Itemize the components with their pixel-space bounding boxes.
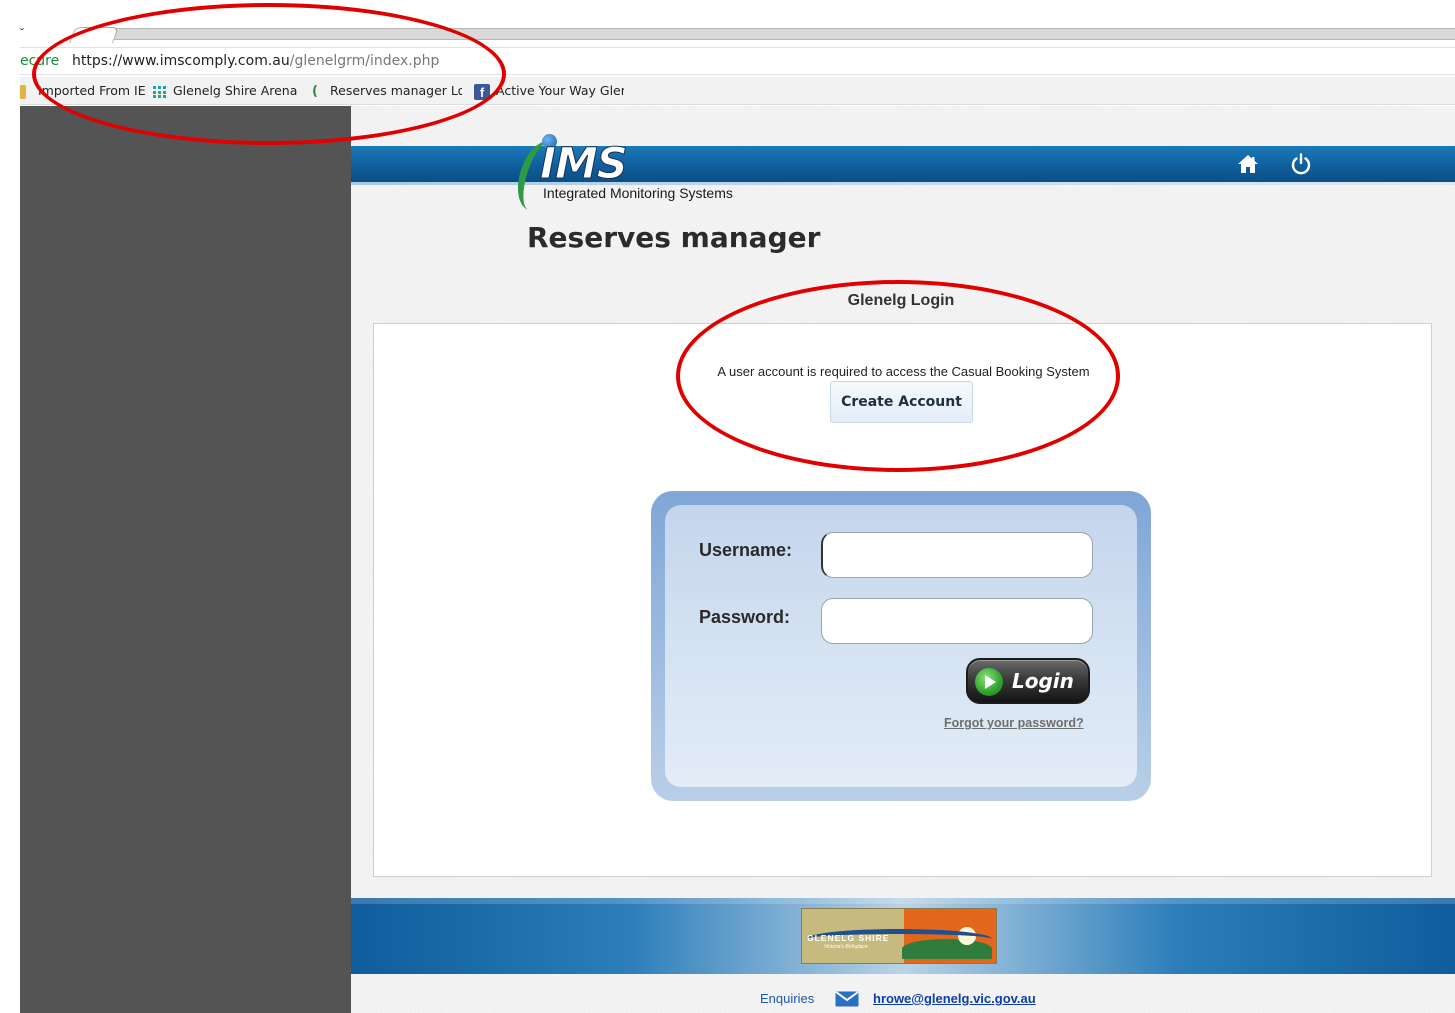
footer-band: GLENELG SHIRE Victoria's Birthplace bbox=[351, 898, 1455, 974]
bookmark-label: Imported From IE bbox=[38, 83, 146, 98]
page-content: IMS Integrated Monitoring Systems Reserv… bbox=[351, 106, 1455, 1013]
ims-logo: IMS Integrated Monitoring Systems bbox=[509, 130, 776, 217]
bookmark-label: Glenelg Shire Arena bbox=[173, 83, 298, 98]
logo-tagline: Integrated Monitoring Systems bbox=[543, 185, 733, 201]
home-icon[interactable] bbox=[1237, 154, 1259, 174]
enquiries-row: Enquiries hrowe@glenelg.vic.gov.au bbox=[351, 988, 1455, 1008]
folder-icon bbox=[20, 84, 26, 99]
tabstrip-edge-mark: ˇ bbox=[20, 26, 24, 40]
login-heading: Glenelg Login bbox=[847, 292, 955, 309]
facebook-icon: f bbox=[474, 83, 490, 100]
login-button-label: Login bbox=[1012, 669, 1074, 693]
browser-tabstrip: ˇ bbox=[0, 0, 1455, 44]
enquiries-label: Enquiries bbox=[760, 991, 815, 1006]
bookmarks-bar: Imported From IE Glenelg Shire Arena ( Re… bbox=[20, 77, 1455, 105]
mail-icon[interactable] bbox=[835, 991, 859, 1007]
shire-logo-text: GLENELG SHIRE bbox=[807, 933, 890, 943]
login-content-box: A user account is required to access the… bbox=[373, 323, 1432, 877]
email-link[interactable]: hrowe@glenelg.vic.gov.au bbox=[873, 991, 1036, 1006]
login-panel-inner: Username: Password: Login Forgot your pa… bbox=[665, 505, 1137, 787]
bookmark-imported-from-ie[interactable]: Imported From IE bbox=[20, 77, 146, 105]
username-label: Username: bbox=[699, 540, 793, 560]
browser-tab[interactable] bbox=[69, 27, 119, 43]
bookmark-reserves-manager[interactable]: ( Reserves manager Lo bbox=[312, 77, 462, 105]
address-bar[interactable]: ecure https://www.imscomply.com.au/glene… bbox=[20, 47, 1455, 75]
left-dark-panel bbox=[20, 106, 351, 1013]
tab-bar bbox=[110, 28, 1455, 40]
bookmark-active-your-way[interactable]: f Active Your Way Gler bbox=[474, 77, 624, 105]
username-input[interactable] bbox=[821, 532, 1093, 578]
url-text[interactable]: https://www.imscomply.com.au/glenelgrm/i… bbox=[72, 48, 439, 75]
login-button[interactable]: Login bbox=[966, 658, 1090, 704]
forgot-password-link[interactable]: Forgot your password? bbox=[944, 716, 1084, 730]
security-indicator[interactable]: ecure bbox=[20, 48, 59, 75]
login-panel: Username: Password: Login Forgot your pa… bbox=[651, 491, 1151, 801]
password-label: Password: bbox=[699, 607, 791, 627]
play-icon bbox=[975, 668, 1003, 696]
glenelg-shire-logo: GLENELG SHIRE Victoria's Birthplace bbox=[801, 908, 997, 964]
bookmark-label: Reserves manager Lo bbox=[330, 83, 462, 98]
create-account-button[interactable]: Create Account bbox=[830, 381, 973, 423]
shire-logo-subtext: Victoria's Birthplace bbox=[824, 944, 868, 950]
url-path: /glenelgrm/index.php bbox=[289, 53, 440, 69]
bookmark-label: Active Your Way Gler bbox=[496, 83, 624, 98]
account-required-notice: A user account is required to access the… bbox=[717, 364, 1090, 379]
logo-wordmark: IMS bbox=[540, 139, 629, 189]
url-host: https://www.imscomply.com.au bbox=[72, 53, 290, 69]
grid-icon bbox=[153, 85, 167, 98]
page-title: Reserves manager bbox=[527, 221, 821, 254]
bookmark-glenelg-shire-arena[interactable]: Glenelg Shire Arena bbox=[153, 77, 297, 105]
ims-icon: ( bbox=[312, 83, 318, 99]
password-input[interactable] bbox=[821, 598, 1093, 644]
power-icon[interactable] bbox=[1289, 152, 1313, 176]
